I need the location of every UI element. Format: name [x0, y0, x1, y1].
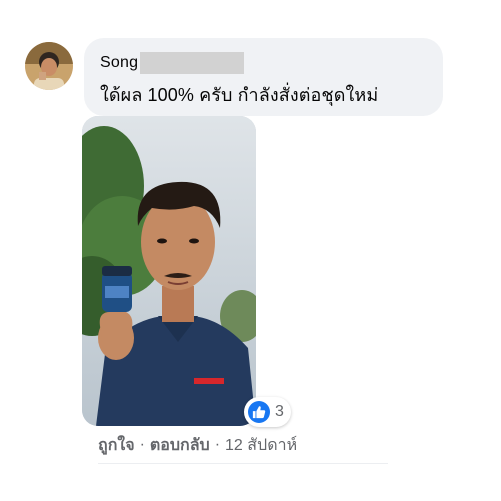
name-redaction: [140, 52, 245, 74]
thumbs-up-glyph: [252, 406, 266, 419]
like-link[interactable]: ถูกใจ: [98, 433, 135, 458]
author-name[interactable]: Song: [100, 54, 138, 72]
avatar[interactable]: [25, 42, 73, 90]
comment-actions: ถูกใจ · ตอบกลับ · 12 สัปดาห์: [98, 434, 297, 456]
divider: [98, 463, 388, 464]
separator-dot: ·: [214, 436, 221, 453]
photo-attachment[interactable]: [82, 116, 256, 426]
thumbs-up-icon: [248, 401, 270, 423]
author-row: Song: [100, 52, 245, 74]
reaction-summary[interactable]: 3: [244, 397, 291, 427]
avatar-image: [25, 42, 73, 90]
reaction-count: 3: [275, 403, 284, 420]
photo-image: [82, 116, 256, 426]
comment-bubble: Song ใด้ผล 100% ครับ กำลังสั่งต่อชุดใหม่: [84, 38, 443, 116]
comment-thread: Song ใด้ผล 100% ครับ กำลังสั่งต่อชุดใหม่: [0, 0, 501, 501]
timestamp-link[interactable]: 12 สัปดาห์: [225, 433, 297, 458]
separator-dot: ·: [139, 436, 145, 453]
comment-text: ใด้ผล 100% ครับ กำลังสั่งต่อชุดใหม่: [100, 85, 379, 105]
reply-link[interactable]: ตอบกลับ: [150, 433, 210, 458]
